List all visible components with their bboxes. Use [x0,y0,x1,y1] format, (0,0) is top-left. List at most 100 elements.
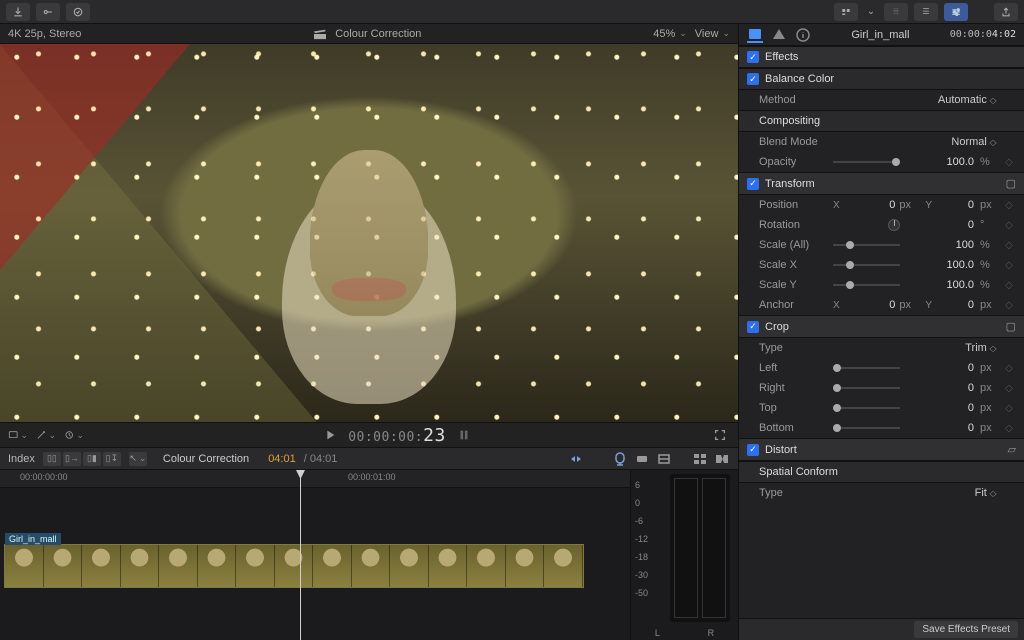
timeline-ruler[interactable]: 00:00:00:00 00:00:01:00 [0,470,630,488]
crop-top-label: Top [759,402,827,414]
arrow-tool[interactable]: ↖ [129,452,147,466]
distort-section[interactable]: Distort ▱ [739,438,1024,461]
crop-right-keyframe[interactable] [1002,382,1016,394]
save-effects-preset-button[interactable]: Save Effects Preset [914,621,1018,638]
zoom-dropdown[interactable]: 45% [653,28,687,40]
timeline[interactable]: 00:00:00:00 00:00:01:00 Girl_in_mall [0,470,738,640]
anchor-x-value[interactable]: 0 [859,299,895,311]
scale-all-slider[interactable] [833,244,900,246]
effects-browser-button[interactable] [692,451,708,467]
rotation-value[interactable]: 0 [906,219,974,231]
snapping-button[interactable] [634,451,650,467]
anchor-label: Anchor [759,299,827,311]
video-clip[interactable]: Girl_in_mall [4,544,584,588]
scale-all-label: Scale (All) [759,239,827,251]
chevron-down-icon[interactable]: ⌄ [864,3,878,21]
compositing-section[interactable]: Compositing [739,110,1024,132]
overwrite-button[interactable]: ▯▮ [83,452,101,466]
inspector-toggle-button[interactable] [944,3,968,21]
view-dropdown[interactable]: View [695,28,730,40]
connect-button[interactable]: ▯↧ [103,452,121,466]
balance-color-section[interactable]: Balance Color [739,68,1024,90]
video-inspector-tab[interactable] [747,27,763,43]
browser-grid-button[interactable]: ⦙⦙⦙ [884,3,908,21]
library-toggle-button[interactable] [834,3,858,21]
scale-all-value[interactable]: 100 [906,239,974,251]
distort-onscreen-button[interactable]: ▱ [1008,443,1016,456]
position-keyframe[interactable] [1002,199,1016,211]
browser-list-button[interactable]: ☰ [914,3,938,21]
crop-type-dropdown[interactable]: Trim [965,342,996,354]
play-button[interactable] [320,427,340,443]
viewer-canvas[interactable] [0,44,738,422]
index-button[interactable]: Index [8,453,35,465]
transform-onscreen-button[interactable]: ▢ [1006,177,1016,190]
append-button[interactable]: ▯→ [63,452,81,466]
transform-section[interactable]: Transform ▢ [739,172,1024,195]
insert-button[interactable]: ▯▯ [43,452,61,466]
crop-left-keyframe[interactable] [1002,362,1016,374]
blend-mode-dropdown[interactable]: Normal [951,136,996,148]
anchor-y-value[interactable]: 0 [938,299,974,311]
keyword-button[interactable] [36,3,60,21]
crop-top-slider[interactable] [833,407,900,409]
crop-bottom-keyframe[interactable] [1002,422,1016,434]
method-dropdown[interactable]: Automatic [938,94,996,106]
ruler-tick: 00:00:00:00 [20,472,68,482]
effects-checkbox[interactable] [747,51,759,63]
scale-y-slider[interactable] [833,284,900,286]
preview-image [0,44,738,422]
effects-section[interactable]: Effects [739,46,1024,68]
scale-all-keyframe[interactable] [1002,239,1016,251]
skimming-button[interactable] [568,451,584,467]
crop-checkbox[interactable] [747,321,759,333]
distort-checkbox[interactable] [747,444,759,456]
share-button[interactable] [994,3,1018,21]
retime-button[interactable] [64,427,84,443]
crop-top-keyframe[interactable] [1002,402,1016,414]
balance-color-label: Balance Color [765,73,834,85]
crop-top-value[interactable]: 0 [906,402,974,414]
scale-y-label: Scale Y [759,279,827,291]
crop-left-value[interactable]: 0 [906,362,974,374]
display-options-button[interactable] [8,427,28,443]
color-inspector-tab[interactable] [771,27,787,43]
crop-section[interactable]: Crop ▢ [739,315,1024,338]
audio-skimming-button[interactable] [590,451,606,467]
crop-left-slider[interactable] [833,367,900,369]
fullscreen-button[interactable] [710,427,730,443]
scale-x-value[interactable]: 100.0 [906,259,974,271]
crop-right-slider[interactable] [833,387,900,389]
opacity-value[interactable]: 100.0 [906,156,974,168]
import-button[interactable] [6,3,30,21]
spatial-conform-section[interactable]: Spatial Conform [739,461,1024,483]
crop-onscreen-button[interactable]: ▢ [1006,320,1016,333]
clip-appearance-button[interactable] [656,451,672,467]
rotation-dial[interactable] [888,219,900,231]
position-y-value[interactable]: 0 [938,199,974,211]
scale-x-keyframe[interactable] [1002,259,1016,271]
scale-y-keyframe[interactable] [1002,279,1016,291]
effects-tool-button[interactable] [36,427,56,443]
rotation-keyframe[interactable] [1002,219,1016,231]
scale-y-value[interactable]: 100.0 [906,279,974,291]
scale-x-slider[interactable] [833,264,900,266]
spatial-conform-label: Spatial Conform [759,466,838,478]
solo-button[interactable] [612,451,628,467]
background-tasks-button[interactable] [66,3,90,21]
balance-color-checkbox[interactable] [747,73,759,85]
position-x-value[interactable]: 0 [859,199,895,211]
transitions-browser-button[interactable] [714,451,730,467]
conform-type-dropdown[interactable]: Fit [975,487,996,499]
distort-label: Distort [765,444,797,456]
playhead[interactable] [300,470,301,640]
opacity-slider[interactable] [833,161,900,163]
crop-bottom-value[interactable]: 0 [906,422,974,434]
crop-right-value[interactable]: 0 [906,382,974,394]
transform-checkbox[interactable] [747,178,759,190]
anchor-keyframe[interactable] [1002,299,1016,311]
info-inspector-tab[interactable] [795,27,811,43]
crop-bottom-slider[interactable] [833,427,900,429]
opacity-keyframe[interactable] [1002,156,1016,168]
timecode-display[interactable]: 00:00:00:23 [348,425,446,446]
